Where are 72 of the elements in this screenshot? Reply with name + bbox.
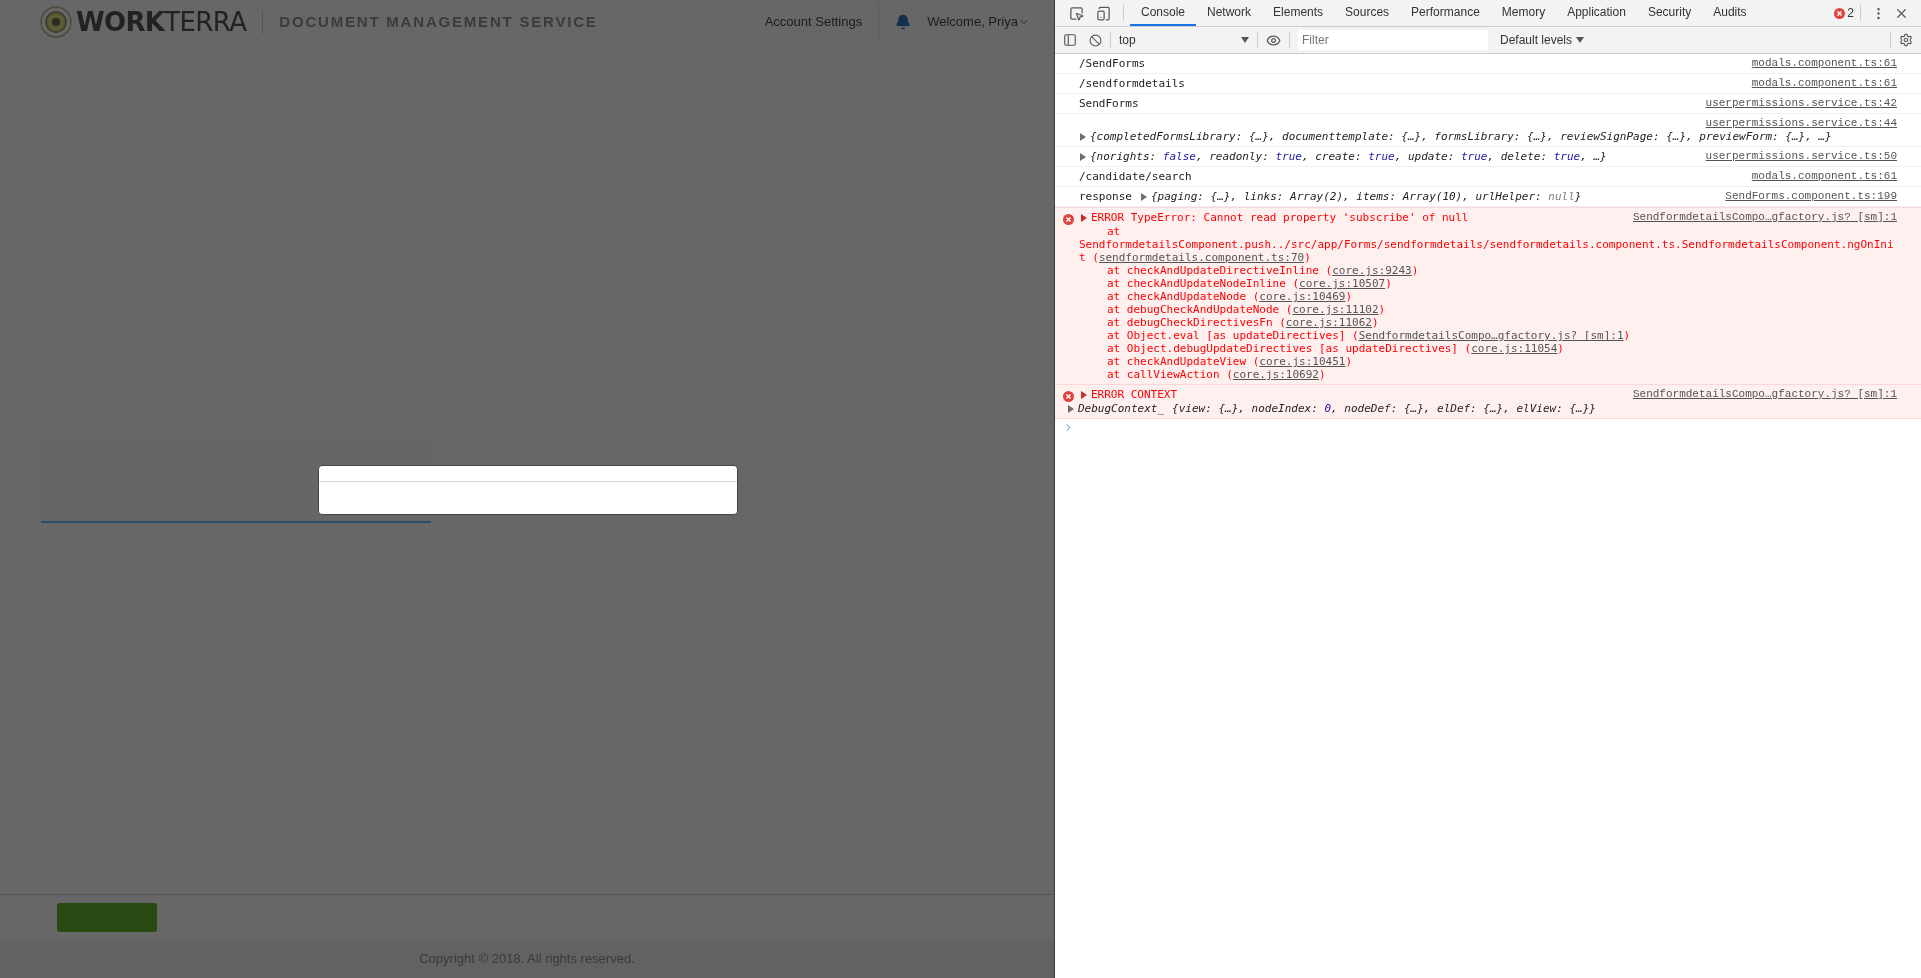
source-link[interactable]: core.js:11102 [1292, 303, 1379, 316]
error-icon [1063, 214, 1074, 225]
log-levels-dropdown[interactable]: Default levels [1500, 31, 1585, 49]
object-preview[interactable]: {view: {…}, nodeIndex: 0, nodeDef: {…}, elDef: {…}, elView: {…}} [1172, 402, 1596, 415]
source-link[interactable]: SendformdetailsCompo…gfactory.js? [sm]:1 [1632, 388, 1897, 402]
devtools-tab[interactable]: Memory [1490, 0, 1557, 26]
device-toolbar-icon[interactable] [1096, 5, 1111, 21]
error-counter[interactable]: 2 [1834, 4, 1854, 22]
log-message: /SendForms [1079, 57, 1146, 70]
source-link[interactable]: core.js:11062 [1285, 316, 1372, 329]
object-preview[interactable]: {paging: {…}, links: Array(2), items: Array(10), urlHelper: null} [1151, 190, 1582, 203]
stack-frame: SendformdetailsComponent.push../src/app/Forms/sendformdetails/sendformdetails.component.ts.SendformdetailsComponent.ngOnInit (sendformdetails.component.ts:70) [1079, 238, 1894, 264]
object-preview[interactable]: {completedFormsLibrary: {…}, documenttemplate: {…}, formsLibrary: {…}, reviewSignPage: {…}, previewForm: {…}, …} [1090, 130, 1832, 143]
stack-frame: at debugCheckDirectivesFn (core.js:11062) [1107, 316, 1379, 329]
error-icon [1063, 391, 1074, 402]
filter-field[interactable]: Filter [1298, 30, 1488, 50]
stack-frame: at debugCheckAndUpdateNode (core.js:11102) [1107, 303, 1386, 316]
notification-bell-icon[interactable] [895, 14, 912, 30]
devtools-tab[interactable]: Application [1556, 0, 1637, 26]
stack-frame: at checkAndUpdateNodeInline (core.js:10507) [1107, 277, 1392, 290]
log-message: SendForms [1079, 97, 1139, 110]
devtools-tab[interactable]: Network [1196, 0, 1263, 26]
source-link[interactable]: modals.component.ts:61 [1751, 77, 1897, 90]
source-link[interactable]: core.js:9243 [1332, 264, 1412, 277]
source-link[interactable]: modals.component.ts:61 [1751, 57, 1897, 70]
dropdown-caret-icon [1576, 37, 1585, 43]
stack-frame: at checkAndUpdateNode (core.js:10469) [1107, 290, 1353, 303]
expand-triangle-icon[interactable] [1140, 192, 1148, 201]
source-link[interactable]: core.js:10469 [1259, 290, 1346, 303]
log-label: response [1079, 190, 1132, 203]
stack-frame: at checkAndUpdateView (core.js:10451) [1107, 355, 1353, 368]
log-message: /sendformdetails [1079, 77, 1185, 90]
error-title: ERROR CONTEXT [1091, 388, 1178, 401]
object-preview[interactable]: {norights: false, readonly: true, create: true, update: true, delete: true, …} [1090, 150, 1607, 163]
dropdown-caret-icon [1241, 37, 1249, 43]
logo-icon [40, 6, 72, 38]
source-link[interactable]: userpermissions.service.ts:50 [1705, 150, 1897, 163]
source-link[interactable]: core.js:10507 [1299, 277, 1386, 290]
clear-console-icon[interactable] [1089, 33, 1102, 47]
expand-triangle-icon[interactable] [1079, 132, 1087, 141]
log-label: DebugContext_ [1078, 402, 1165, 415]
log-message: /candidate/search [1079, 170, 1192, 183]
stack-frame: at checkAndUpdateDirectiveInline (core.js:9243) [1107, 264, 1419, 277]
devtools-tab[interactable]: Audits [1702, 0, 1758, 26]
devtools-tab[interactable]: Elements [1262, 0, 1335, 26]
stack-frame: at Object.eval [as updateDirectives] (SendformdetailsCompo…gfactory.js? [sm]:1) [1107, 329, 1631, 342]
settings-icon[interactable] [1899, 33, 1913, 47]
source-link[interactable]: core.js:11054 [1471, 342, 1558, 355]
error-icon [1834, 7, 1846, 19]
stack-frame: at callViewAction (core.js:10692) [1107, 368, 1326, 381]
context-select[interactable]: top [1119, 31, 1249, 49]
devtools-tab[interactable]: Performance [1400, 0, 1491, 26]
stack-frame: at Object.debugUpdateDirectives [as updateDirectives] (core.js:11054) [1107, 342, 1564, 355]
source-link[interactable]: userpermissions.service.ts:44 [1705, 117, 1897, 130]
source-link[interactable]: sendformdetails.component.ts:70 [1098, 251, 1305, 264]
source-link[interactable]: SendformdetailsCompo…gfactory.js? [sm]:1 [1358, 329, 1624, 342]
expand-triangle-icon[interactable] [1080, 213, 1088, 222]
error-title: ERROR TypeError: Cannot read property 'subscribe' of null [1091, 211, 1469, 224]
brand-logo: WORKTERRA [76, 5, 247, 39]
source-link[interactable]: userpermissions.service.ts:42 [1705, 97, 1897, 110]
source-link[interactable]: core.js:10451 [1259, 355, 1346, 368]
expand-triangle-icon[interactable] [1079, 152, 1087, 161]
stack-frame: at [1107, 225, 1121, 238]
devtools-tab[interactable]: Security [1636, 0, 1703, 26]
eye-icon[interactable] [1266, 32, 1281, 48]
sidebar-toggle-icon[interactable] [1063, 33, 1077, 47]
source-link[interactable]: SendForms.component.ts:199 [1725, 190, 1897, 203]
source-link[interactable]: core.js:10692 [1232, 368, 1319, 381]
inspect-icon[interactable] [1069, 5, 1084, 21]
devtools-tab[interactable]: Sources [1334, 0, 1401, 26]
source-link[interactable]: SendformdetailsCompo…gfactory.js? [sm]:1 [1632, 211, 1897, 225]
source-link[interactable]: modals.component.ts:61 [1751, 170, 1897, 183]
